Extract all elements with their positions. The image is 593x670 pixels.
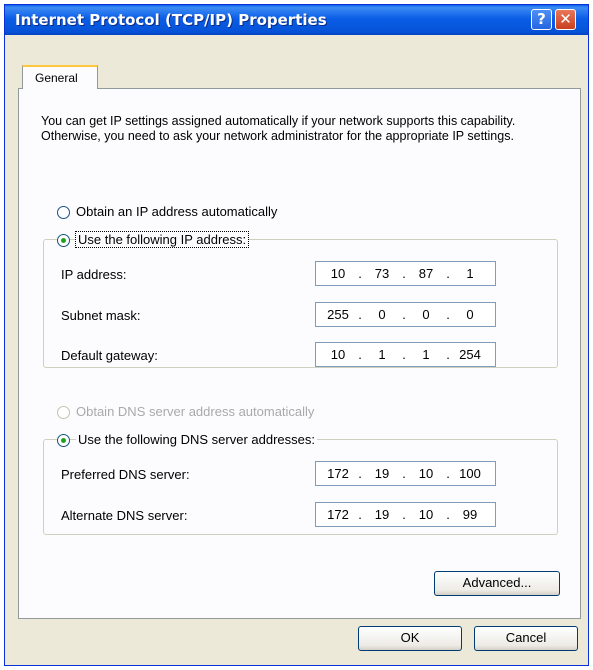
use-following-dns-radio[interactable] — [57, 434, 70, 447]
ip-address-input[interactable]: 10. 73. 87. 1 — [315, 261, 496, 286]
cancel-button[interactable]: Cancel — [474, 626, 578, 651]
obtain-ip-auto-radio[interactable] — [57, 206, 70, 219]
help-icon: ? — [537, 10, 546, 28]
close-icon: ✕ — [559, 10, 572, 28]
dialog-window: Internet Protocol (TCP/IP) Properties ? … — [4, 4, 589, 666]
tab-general[interactable]: General — [22, 65, 98, 89]
general-panel: You can get IP settings assigned automat… — [18, 88, 581, 619]
obtain-dns-auto-radio[interactable] — [57, 406, 70, 419]
obtain-ip-auto-label[interactable]: Obtain an IP address automatically — [76, 204, 277, 219]
use-following-ip-label[interactable]: Use the following IP address: — [74, 231, 250, 248]
window-title: Internet Protocol (TCP/IP) Properties — [15, 11, 327, 29]
ip-address-label: IP address: — [61, 267, 127, 282]
preferred-dns-input[interactable]: 172. 19. 10. 100 — [315, 461, 496, 486]
intro-text: You can get IP settings assigned automat… — [41, 114, 516, 143]
radio-selected-dot — [61, 238, 66, 243]
alternate-dns-input[interactable]: 172. 19. 10. 99 — [315, 502, 496, 527]
obtain-dns-auto-label[interactable]: Obtain DNS server address automatically — [76, 404, 314, 419]
title-bar[interactable]: Internet Protocol (TCP/IP) Properties ? … — [5, 5, 588, 35]
subnet-mask-label: Subnet mask: — [61, 308, 141, 323]
advanced-button[interactable]: Advanced... — [434, 571, 560, 596]
use-following-ip-radio[interactable] — [57, 234, 70, 247]
ok-button[interactable]: OK — [358, 626, 462, 651]
default-gateway-input[interactable]: 10. 1. 1. 254 — [315, 342, 496, 367]
help-button[interactable]: ? — [531, 9, 552, 30]
default-gateway-label: Default gateway: — [61, 348, 158, 363]
close-button[interactable]: ✕ — [555, 9, 576, 30]
preferred-dns-label: Preferred DNS server: — [61, 467, 190, 482]
use-following-dns-label[interactable]: Use the following DNS server addresses: — [76, 432, 317, 447]
radio-selected-dot — [61, 438, 66, 443]
alternate-dns-label: Alternate DNS server: — [61, 508, 188, 523]
subnet-mask-input[interactable]: 255. 0. 0. 0 — [315, 302, 496, 327]
